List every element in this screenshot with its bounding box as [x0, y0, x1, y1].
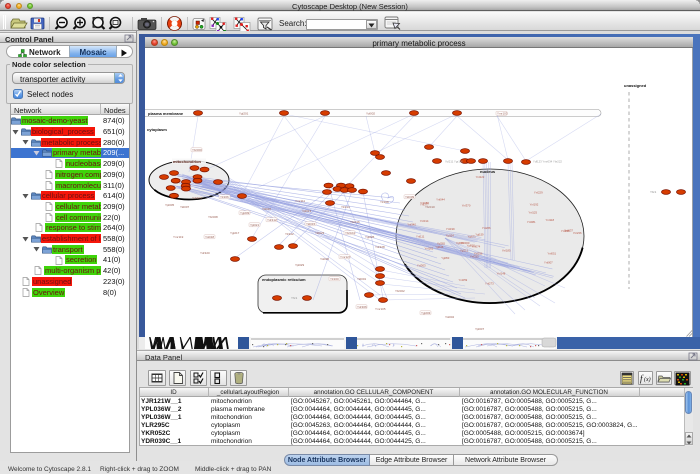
svg-text:Ynl014: Ynl014	[420, 219, 429, 223]
svg-text:Ymr105: Ymr105	[375, 307, 386, 311]
svg-text:Ypl013: Ypl013	[302, 209, 311, 213]
svg-text:Ypl021: Ypl021	[250, 223, 259, 227]
svg-text:Ynl125: Ynl125	[528, 210, 537, 214]
svg-text:Ybr1: Ybr1	[650, 190, 657, 194]
svg-text:Ymr119: Ymr119	[173, 235, 184, 239]
svg-text:Ybr024: Ybr024	[345, 231, 355, 235]
svg-text:Ynl162: Ynl162	[425, 246, 434, 250]
svg-text:Ynl259: Ynl259	[459, 278, 468, 282]
svg-text:Yol004: Yol004	[445, 315, 454, 319]
svg-text:Ygl203: Ygl203	[421, 311, 431, 315]
svg-text:Ydr312: Ydr312	[267, 218, 277, 222]
svg-text:Ynl081: Ynl081	[527, 220, 536, 224]
svg-text:Ygl225: Ygl225	[365, 235, 375, 239]
svg-text:Ypl007: Ypl007	[475, 327, 484, 331]
svg-text:Ylr200: Ylr200	[330, 277, 339, 281]
svg-text:Ydl123 Ymr034 Ybr222: Ydl123 Ymr034 Ybr222	[533, 160, 562, 164]
svg-text:Ykl001: Ykl001	[357, 277, 367, 281]
svg-text:Ygl212: Ygl212	[460, 248, 469, 252]
svg-text:Ylr206: Ylr206	[220, 195, 229, 199]
svg-text:Ymr111: Ymr111	[295, 199, 305, 203]
svg-text:Ynl222: Ynl222	[476, 175, 485, 179]
svg-text:Yol026: Yol026	[320, 257, 329, 261]
svg-text:nucleus: nucleus	[480, 169, 496, 174]
svg-text:Ygl053: Ygl053	[441, 256, 450, 260]
svg-text:Ymr103: Ymr103	[497, 112, 508, 116]
svg-text:Yol002: Yol002	[366, 112, 375, 116]
svg-text:Ygl106: Ygl106	[435, 245, 444, 249]
svg-text:Ygl071: Ygl071	[468, 235, 477, 239]
svg-text:Ygl000: Ygl000	[456, 241, 465, 245]
svg-text:unassigned: unassigned	[624, 83, 647, 88]
svg-text:Ynl185: Ynl185	[502, 248, 511, 252]
svg-text:Ygl124: Ygl124	[446, 233, 455, 237]
svg-text:Ydr320: Ydr320	[200, 251, 210, 255]
svg-text:Ydr328: Ydr328	[375, 245, 385, 249]
svg-text:Ynl303: Ynl303	[417, 264, 426, 268]
svg-text:Ypl029: Ypl029	[295, 263, 304, 267]
svg-text:Ybr002: Ybr002	[395, 289, 405, 293]
svg-text:Ynl273: Ynl273	[485, 281, 494, 285]
svg-text:Ygl018: Ygl018	[467, 244, 476, 248]
svg-text:Ynl340: Ynl340	[407, 223, 416, 227]
svg-text:Ynl111: Ynl111	[416, 235, 425, 239]
svg-text:Ykl015: Ykl015	[306, 222, 316, 226]
svg-text:Ynl044: Ynl044	[436, 197, 445, 201]
svg-text:Ynl370: Ynl370	[462, 204, 471, 208]
svg-text:Ynl118: Ynl118	[546, 218, 555, 222]
svg-text:Ynl148: Ynl148	[497, 272, 506, 276]
svg-text:Yol211 Ygr100: Yol211 Ygr100	[445, 160, 463, 164]
svg-text:Ykl007: Ykl007	[180, 205, 190, 209]
svg-text:Ypl005: Ypl005	[165, 203, 174, 207]
svg-text:Ynl236: Ynl236	[573, 231, 582, 235]
svg-text:Ybr016: Ybr016	[350, 220, 360, 224]
svg-text:Ynl051: Ynl051	[547, 252, 556, 256]
svg-text:mitochondrion: mitochondrion	[173, 159, 202, 164]
svg-text:Ykl023: Ykl023	[315, 231, 325, 235]
svg-text:endoplasmic reticulum: endoplasmic reticulum	[262, 277, 306, 282]
svg-text:Ybr000: Ybr000	[192, 148, 202, 152]
svg-text:Ybr008: Ybr008	[208, 215, 218, 219]
svg-text:Ygl209: Ygl209	[240, 211, 250, 215]
svg-text:Ylr222: Ylr222	[285, 232, 294, 236]
svg-text:Ymr127: Ymr127	[340, 255, 351, 259]
svg-text:Ynl266: Ynl266	[482, 226, 491, 230]
svg-text:Ydr304: Ydr304	[192, 196, 202, 200]
svg-text:Ynl155: Ynl155	[561, 229, 570, 233]
svg-text:Ynl199: Ynl199	[446, 227, 455, 231]
svg-text:Ynl088: Ynl088	[420, 201, 429, 205]
svg-text:(x): (x)	[644, 376, 651, 383]
svg-text:Yhr1: Yhr1	[291, 296, 298, 300]
svg-text:Ydr306: Ydr306	[357, 305, 367, 309]
svg-text:Ynl007: Ynl007	[544, 260, 553, 264]
svg-text:cytoplasm: cytoplasm	[147, 127, 167, 132]
svg-text:Yol010: Yol010	[262, 207, 271, 211]
svg-text:Yol018: Yol018	[205, 235, 214, 239]
svg-text:Ykl009: Ykl009	[405, 195, 415, 199]
svg-text:Ylr214: Ylr214	[341, 205, 350, 209]
svg-text:plasma membrane: plasma membrane	[148, 111, 184, 116]
svg-text:Ynl229: Ynl229	[534, 190, 543, 194]
svg-text:Ygl265: Ygl265	[437, 241, 446, 245]
svg-text:Ynl192: Ynl192	[530, 203, 539, 207]
svg-text:Ynl333: Ynl333	[470, 254, 479, 258]
svg-text:Ygl217: Ygl217	[230, 231, 240, 235]
svg-text:Ygl159: Ygl159	[475, 232, 484, 236]
svg-text:Ygl201: Ygl201	[239, 112, 249, 116]
